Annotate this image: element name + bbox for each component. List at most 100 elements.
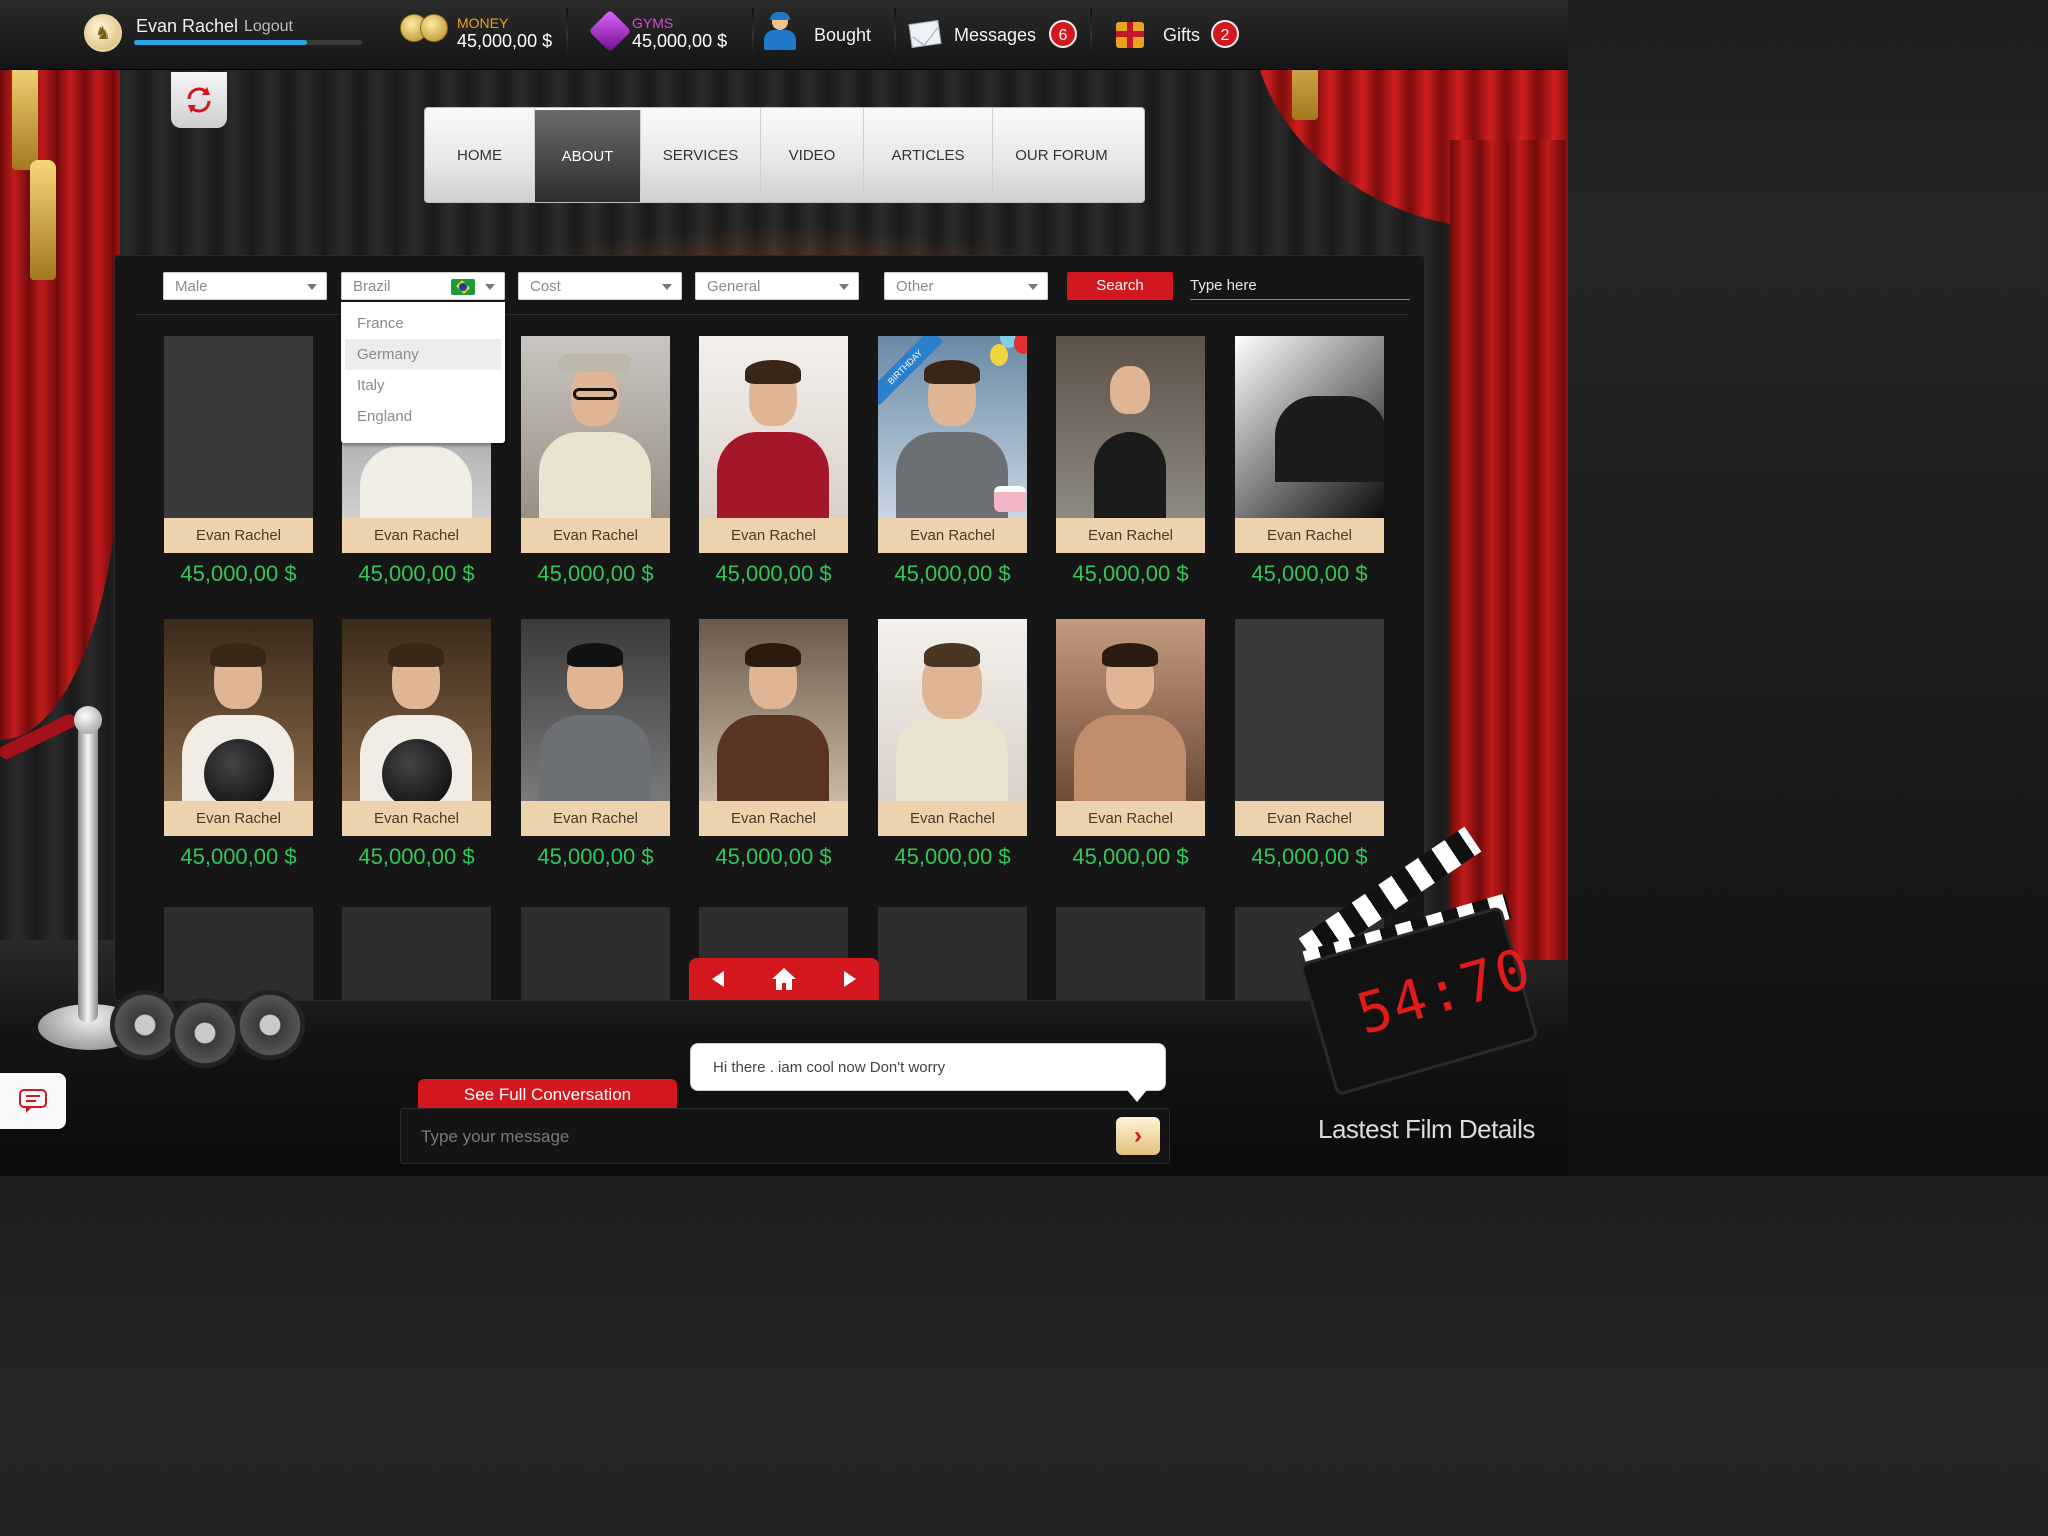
cost-select-value: Cost (530, 278, 561, 295)
profile-card-placeholder (342, 907, 491, 1000)
chevron-down-icon (307, 284, 317, 290)
country-select[interactable]: Brazil (341, 272, 505, 300)
message-input[interactable] (421, 1123, 1081, 1151)
country-option-france[interactable]: France (345, 308, 501, 339)
profile-price: 45,000,00 $ (1251, 561, 1368, 586)
stanchion-top (74, 706, 102, 734)
profile-name: Evan Rachel (164, 801, 313, 836)
profile-name: Evan Rachel (342, 801, 491, 836)
profile-name: Evan Rachel (1056, 518, 1205, 553)
profile-photo (521, 619, 670, 801)
search-input[interactable] (1190, 272, 1410, 300)
refresh-button[interactable] (171, 72, 227, 128)
profile-price: 45,000,00 $ (894, 844, 1011, 869)
balloon-icon (990, 344, 1008, 366)
nav-home[interactable]: HOME (425, 108, 535, 202)
other-select-value: Other (896, 278, 934, 295)
profile-photo (521, 336, 670, 518)
search-button[interactable]: Search (1067, 272, 1173, 300)
money-stat: MONEY 45,000,00 $ (400, 0, 560, 70)
tassel-icon (30, 160, 56, 280)
main-nav: HOME ABOUT SERVICES VIDEO ARTICLES OUR F… (424, 107, 1145, 203)
gifts-button[interactable]: Gifts 2 (1114, 0, 1244, 70)
profile-card[interactable]: BIRTHDAY Evan Rachel 45,000,00 $ (878, 336, 1027, 586)
profile-photo (699, 619, 848, 801)
chat-toggle-button[interactable] (0, 1073, 66, 1129)
film-reel-icon (235, 990, 305, 1060)
profile-card[interactable]: Evan Rachel 45,000,00 $ (164, 336, 313, 586)
gift-icon (1116, 22, 1144, 48)
country-option-england[interactable]: England (345, 401, 501, 432)
messages-button[interactable]: Messages 6 (906, 0, 1086, 70)
bought-label: Bought (814, 25, 872, 45)
cost-select[interactable]: Cost (518, 272, 682, 300)
category-select[interactable]: General (695, 272, 859, 300)
nav-video[interactable]: VIDEO (761, 108, 864, 202)
profile-photo (164, 336, 313, 518)
country-option-italy[interactable]: Italy (345, 370, 501, 401)
nav-about[interactable]: ABOUT (535, 110, 641, 202)
profile-card-placeholder (878, 907, 1027, 1000)
profile-card[interactable]: Evan Rachel 45,000,00 $ (1056, 336, 1205, 586)
profile-card[interactable]: Evan Rachel 45,000,00 $ (699, 336, 848, 586)
envelope-icon (908, 20, 942, 48)
bought-button[interactable]: Bought (760, 0, 890, 70)
nav-services[interactable]: SERVICES (641, 108, 761, 202)
see-full-conversation-button[interactable]: See Full Conversation (418, 1079, 677, 1109)
profile-card[interactable]: Evan Rachel 45,000,00 $ (1235, 336, 1384, 586)
latest-film-details-link[interactable]: Lastest Film Details (1318, 1114, 1535, 1145)
profile-card[interactable]: Evan Rachel 45,000,00 $ (164, 619, 313, 869)
film-reel-icon (110, 990, 180, 1060)
other-select[interactable]: Other (884, 272, 1048, 300)
next-page-icon[interactable] (843, 971, 856, 987)
country-select-value: Brazil (353, 278, 391, 295)
profile-card[interactable]: Evan Rachel 45,000,00 $ (521, 619, 670, 869)
refresh-icon (187, 87, 211, 113)
profile-card[interactable]: Evan Rachel 45,000,00 $ (1056, 619, 1205, 869)
gifts-badge: 2 (1211, 20, 1239, 48)
send-button[interactable]: › (1116, 1117, 1160, 1155)
chat-icon (19, 1089, 47, 1113)
profile-name: Evan Rachel (878, 801, 1027, 836)
profile-price: 45,000,00 $ (358, 844, 475, 869)
profile-card-placeholder (164, 907, 313, 1000)
nav-articles[interactable]: ARTICLES (864, 108, 993, 202)
profile-name: Evan Rachel (521, 801, 670, 836)
divider (1090, 8, 1092, 62)
profile-photo (1056, 619, 1205, 801)
profile-card-placeholder (521, 907, 670, 1000)
home-icon[interactable] (771, 967, 797, 991)
country-option-germany[interactable]: Germany (345, 339, 501, 370)
category-select-value: General (707, 278, 761, 295)
divider (894, 8, 896, 62)
profile-name: Evan Rachel (521, 518, 670, 553)
profile-price: 45,000,00 $ (537, 561, 654, 586)
profile-photo (1235, 336, 1384, 518)
country-dropdown: France Germany Italy England (341, 302, 505, 443)
profile-name: Evan Rachel (699, 801, 848, 836)
profile-card[interactable]: Evan Rachel 45,000,00 $ (1235, 619, 1384, 869)
profile-card-placeholder (1056, 907, 1205, 1000)
profile-price: 45,000,00 $ (180, 844, 297, 869)
chevron-down-icon (1028, 284, 1038, 290)
gender-select[interactable]: Male (163, 272, 327, 300)
top-bar: ♞ Evan Rachel Logout MONEY 45,000,00 $ G… (0, 0, 1568, 70)
coin-icon (420, 14, 448, 42)
profile-price: 45,000,00 $ (537, 844, 654, 869)
prev-page-icon[interactable] (712, 971, 725, 987)
gender-select-value: Male (175, 278, 208, 295)
profile-photo (1056, 336, 1205, 518)
latest-message: Hi there . iam cool now Don't worry (713, 1059, 946, 1076)
profile-price: 45,000,00 $ (1251, 844, 1368, 869)
nav-our-forum[interactable]: OUR FORUM (993, 108, 1130, 202)
profile-name: Evan Rachel (1235, 801, 1384, 836)
profile-photo (1235, 619, 1384, 801)
profile-card[interactable]: Evan Rachel 45,000,00 $ (342, 619, 491, 869)
messages-label: Messages (954, 25, 1037, 45)
profile-photo: BIRTHDAY (878, 336, 1027, 518)
profile-card[interactable]: Evan Rachel 45,000,00 $ (878, 619, 1027, 869)
profile-card[interactable]: Evan Rachel 45,000,00 $ (699, 619, 848, 869)
avatar[interactable]: ♞ (84, 14, 122, 52)
profile-card[interactable]: Evan Rachel 45,000,00 $ (521, 336, 670, 586)
logout-link[interactable]: Logout (244, 18, 293, 36)
